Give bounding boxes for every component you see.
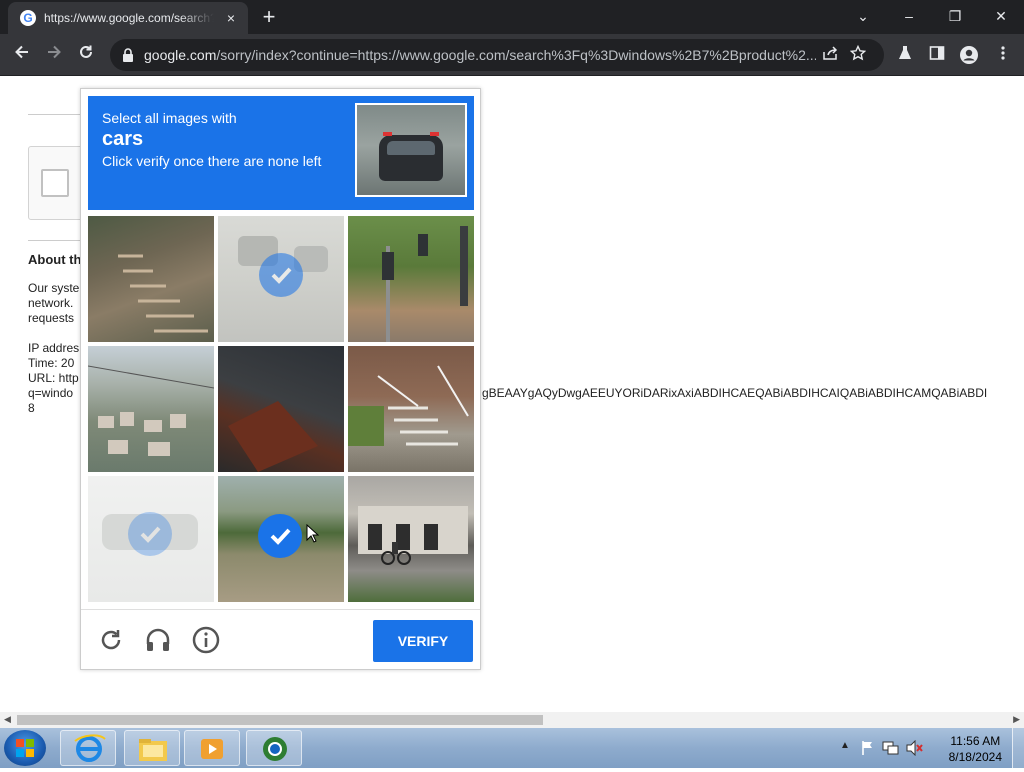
recaptcha-challenge-dialog: Select all images with cars Click verify…	[80, 88, 481, 670]
show-hidden-icons-icon[interactable]: ▲	[840, 740, 850, 751]
image-tile-dark-roof[interactable]	[218, 346, 344, 472]
chrome-menu-icon[interactable]	[992, 45, 1014, 65]
bookmark-star-icon[interactable]	[844, 44, 872, 66]
minimize-button[interactable]: –	[894, 4, 924, 28]
internet-explorer-taskbar-icon[interactable]	[60, 730, 116, 766]
page-number: 8	[28, 401, 35, 415]
horizontal-scrollbar[interactable]: ◀ ▶	[0, 712, 1024, 728]
paragraph-line: Our syste	[28, 281, 80, 295]
back-arrow-icon[interactable]	[10, 43, 34, 67]
lock-icon	[123, 48, 133, 62]
selected-check-icon	[128, 512, 172, 556]
image-tile-street-selected[interactable]	[218, 216, 344, 342]
close-window-button[interactable]: ✕	[986, 4, 1016, 28]
windows-taskbar: ▲ 11:56 AM 8/18/2024	[0, 728, 1024, 768]
scroll-right-arrow-icon[interactable]: ▶	[1013, 714, 1020, 725]
divider	[28, 240, 88, 241]
taskbar-clock[interactable]: 11:56 AM 8/18/2024	[949, 733, 1002, 765]
forward-arrow-icon[interactable]	[42, 43, 66, 67]
image-grid	[88, 216, 475, 603]
ip-address-label: IP addres	[28, 341, 80, 355]
browser-toolbar: google.com/sorry/index?continue=https://…	[0, 34, 1024, 76]
challenge-footer: VERIFY	[81, 609, 480, 669]
time-label: Time: 20	[28, 356, 75, 370]
profile-avatar-icon[interactable]	[958, 45, 980, 65]
browser-tab[interactable]: G https://www.google.com/search? ×	[8, 2, 248, 34]
side-panel-icon[interactable]	[926, 45, 948, 65]
scrollbar-thumb[interactable]	[17, 715, 543, 725]
mouse-cursor-icon	[306, 524, 320, 543]
selected-check-icon	[258, 514, 302, 558]
start-button[interactable]	[4, 730, 46, 766]
challenge-header: Select all images with cars Click verify…	[88, 96, 474, 210]
divider	[28, 114, 88, 115]
volume-muted-icon[interactable]	[906, 740, 924, 756]
tab-search-dropdown-icon[interactable]: ⌄	[848, 4, 878, 28]
network-icon[interactable]	[882, 740, 900, 756]
action-center-flag-icon[interactable]	[860, 740, 876, 756]
labs-flask-icon[interactable]	[894, 45, 916, 65]
about-heading: About th	[28, 252, 82, 267]
info-icon[interactable]	[192, 626, 220, 654]
sample-car-image	[355, 103, 467, 197]
query-label: q=windo	[28, 386, 74, 400]
url-label: URL: http	[28, 371, 79, 385]
recaptcha-checkbox[interactable]	[41, 169, 69, 197]
google-favicon-icon: G	[20, 10, 36, 26]
chrome-taskbar-icon[interactable]	[246, 730, 302, 766]
restore-button[interactable]: ❐	[940, 4, 970, 28]
tab-close-icon[interactable]: ×	[222, 10, 240, 26]
new-tab-button[interactable]: +	[258, 6, 280, 28]
selected-check-icon	[259, 253, 303, 297]
address-bar[interactable]: google.com/sorry/index?continue=https://…	[110, 39, 884, 71]
image-tile-house-stairs[interactable]	[348, 346, 474, 472]
image-tile-traffic-lights[interactable]	[348, 216, 474, 342]
show-desktop-button[interactable]	[1012, 728, 1024, 768]
share-icon[interactable]	[816, 45, 844, 66]
scroll-left-arrow-icon[interactable]: ◀	[4, 714, 11, 725]
audio-challenge-headphones-icon[interactable]	[144, 626, 172, 654]
image-tile-field-road-selected[interactable]	[218, 476, 344, 602]
recaptcha-anchor-box	[28, 146, 88, 220]
image-tile-faded-car-selected[interactable]	[88, 476, 214, 602]
image-tile-hillside-city[interactable]	[88, 346, 214, 472]
media-player-taskbar-icon[interactable]	[184, 730, 240, 766]
image-tile-building-cyclist[interactable]	[348, 476, 474, 602]
paragraph-line: requests	[28, 311, 75, 325]
verify-button[interactable]: VERIFY	[373, 620, 473, 662]
tab-title: https://www.google.com/search?	[44, 11, 214, 25]
system-tray: ▲ 11:56 AM 8/18/2024	[834, 728, 1024, 768]
image-tile-stairs[interactable]	[88, 216, 214, 342]
query-tail-text: gBEAAYgAQyDwgAEEUYORiDARixAxiABDIHCAEQAB…	[482, 386, 988, 400]
paragraph-line: network.	[28, 296, 74, 310]
clock-date: 8/18/2024	[948, 750, 1002, 764]
url-text: google.com/sorry/index?continue=https://…	[144, 47, 816, 63]
browser-tab-strip: G https://www.google.com/search? × + ⌄ –…	[0, 0, 1024, 34]
reload-icon[interactable]	[74, 43, 98, 67]
reload-challenge-icon[interactable]	[97, 626, 125, 654]
file-explorer-taskbar-icon[interactable]	[124, 730, 180, 766]
clock-time: 11:56 AM	[950, 734, 1001, 748]
